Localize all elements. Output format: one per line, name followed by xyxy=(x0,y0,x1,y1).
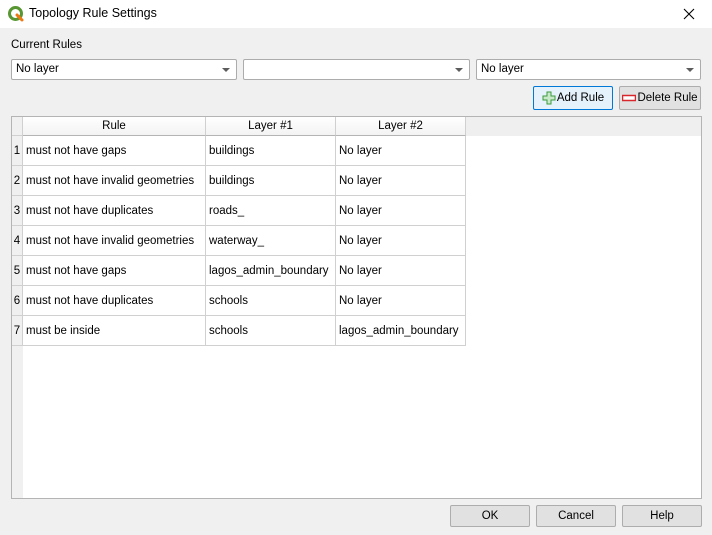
cell-rule[interactable]: must not have invalid geometries xyxy=(23,226,206,256)
close-icon xyxy=(683,8,695,20)
plus-icon xyxy=(542,91,556,105)
cell-rule[interactable]: must not have gaps xyxy=(23,136,206,166)
close-button[interactable] xyxy=(666,0,712,28)
chevron-down-icon xyxy=(455,68,463,72)
cell-layer1[interactable]: roads_ xyxy=(206,196,336,226)
cell-layer2[interactable]: No layer xyxy=(336,166,466,196)
cell-layer1[interactable]: waterway_ xyxy=(206,226,336,256)
window-title: Topology Rule Settings xyxy=(29,6,157,20)
cell-rule[interactable]: must not have duplicates xyxy=(23,286,206,316)
layer1-select[interactable]: No layer xyxy=(11,59,237,80)
layer2-select[interactable]: No layer xyxy=(476,59,701,80)
add-rule-button[interactable]: Add Rule xyxy=(533,86,613,110)
add-rule-label: Add Rule xyxy=(556,92,605,104)
cell-rule[interactable]: must not have invalid geometries xyxy=(23,166,206,196)
minus-icon xyxy=(622,94,637,102)
rules-table[interactable]: Rule Layer #1 Layer #2 1 must not have ga… xyxy=(11,116,702,499)
cell-layer2[interactable]: No layer xyxy=(336,286,466,316)
cancel-label: Cancel xyxy=(558,510,594,522)
row-header[interactable]: 1 xyxy=(12,136,23,166)
row-header[interactable]: 6 xyxy=(12,286,23,316)
cell-layer2[interactable]: No layer xyxy=(336,226,466,256)
cell-layer1[interactable]: buildings xyxy=(206,136,336,166)
cell-layer1[interactable]: schools xyxy=(206,286,336,316)
cell-layer2[interactable]: lagos_admin_boundary xyxy=(336,316,466,346)
cell-rule[interactable]: must not have gaps xyxy=(23,256,206,286)
title-bar: Topology Rule Settings xyxy=(0,0,712,28)
help-label: Help xyxy=(650,510,674,522)
cell-layer1[interactable]: schools xyxy=(206,316,336,346)
qgis-logo-icon xyxy=(8,6,24,22)
ok-button[interactable]: OK xyxy=(450,505,530,527)
layer2-select-value: No layer xyxy=(481,63,524,75)
cell-rule[interactable]: must be inside xyxy=(23,316,206,346)
table-corner[interactable] xyxy=(12,117,23,136)
row-header[interactable]: 2 xyxy=(12,166,23,196)
column-header-layer2[interactable]: Layer #2 xyxy=(336,117,466,136)
cell-layer1[interactable]: lagos_admin_boundary xyxy=(206,256,336,286)
cell-layer2[interactable]: No layer xyxy=(336,136,466,166)
current-rules-label: Current Rules xyxy=(11,39,82,51)
header-filler xyxy=(466,117,701,136)
row-header[interactable]: 5 xyxy=(12,256,23,286)
cell-layer2[interactable]: No layer xyxy=(336,196,466,226)
column-header-layer1[interactable]: Layer #1 xyxy=(206,117,336,136)
delete-rule-button[interactable]: Delete Rule xyxy=(619,86,701,110)
cell-layer1[interactable]: buildings xyxy=(206,166,336,196)
ok-label: OK xyxy=(481,510,499,522)
delete-rule-label: Delete Rule xyxy=(637,92,698,104)
cell-rule[interactable]: must not have duplicates xyxy=(23,196,206,226)
cell-layer2[interactable]: No layer xyxy=(336,256,466,286)
rule-select[interactable] xyxy=(243,59,470,80)
chevron-down-icon xyxy=(222,68,230,72)
row-header[interactable]: 3 xyxy=(12,196,23,226)
row-header[interactable]: 7 xyxy=(12,316,23,346)
help-button[interactable]: Help xyxy=(622,505,702,527)
layer1-select-value: No layer xyxy=(16,63,59,75)
cancel-button[interactable]: Cancel xyxy=(536,505,616,527)
row-header[interactable]: 4 xyxy=(12,226,23,256)
column-header-rule[interactable]: Rule xyxy=(23,117,206,136)
chevron-down-icon xyxy=(686,68,694,72)
